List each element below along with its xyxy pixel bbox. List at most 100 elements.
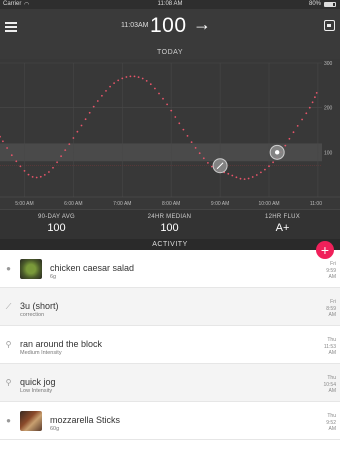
glucose-point [194,147,197,149]
activity-time: Fri 8:59 AM [326,299,336,318]
activity-title: 3u (short) [20,301,59,311]
list-item[interactable]: ⟋ 3u (short) correction Fri 8:59 AM [0,288,340,326]
food-thumbnail [20,259,42,279]
glucose-point [117,79,120,82]
glucose-point [60,155,62,158]
current-reading: 100 [150,14,187,37]
glucose-point [211,165,213,168]
glucose-point [227,172,230,175]
glucose-point [113,82,115,84]
glucose-point [19,165,22,168]
glucose-point [272,161,274,164]
glucose-chart[interactable]: 300 200 100 5:00 AM 6:00 AM 7:00 AM 8:00 AM 9:0… [0,59,340,209]
activity-time: Thu 9:52 AM [326,413,336,432]
x-tick-label: 5:00 AM [15,201,33,207]
glucose-point [23,170,26,172]
activity-sub: 60g [50,426,60,432]
add-activity-button[interactable]: + [316,241,334,259]
activity-header: ACTIVITY [0,239,340,250]
stat-value: A+ [275,222,290,234]
glucose-point [251,176,254,178]
glucose-point [31,176,34,178]
glucose-point [133,75,136,78]
activity-sub: 6g [50,274,57,280]
y-tick-label: 200 [324,106,333,112]
glucose-point [178,122,181,125]
glucose-point [141,77,144,80]
glucose-point [76,130,79,133]
glucose-point [186,135,189,137]
clock: 11:08 AM [157,1,183,7]
glucose-point [198,152,201,155]
glucose-point [231,174,234,177]
list-item[interactable]: ⚲ quick jog Low Intensity Thu 10:54 AM [0,364,340,402]
glucose-point [243,178,246,180]
glucose-point [296,125,299,127]
glucose-point [56,161,58,164]
activity-time: Thu 11:53 AM [323,337,336,356]
glucose-point [96,100,99,102]
header: 11:03AM 100 → [0,9,340,47]
activity-title: ran around the block [20,339,103,349]
status-bar: Carrier ◠ 11:08 AM 80% [0,0,340,9]
stat-label: 24HR MEDIAN [147,214,192,220]
activity-title: chicken caesar salad [50,263,135,273]
glucose-point [158,92,160,95]
glucose-point [125,76,128,78]
activity-sub: Low Intensity [20,388,53,394]
glucose-point [268,165,270,168]
glucose-point [154,87,156,90]
glucose-point [2,140,4,143]
glucose-point [72,137,75,139]
stat-label: 12HR FLUX [264,214,301,220]
glucose-point [145,80,148,82]
glucose-point [92,105,95,108]
glucose-point [247,177,250,180]
glucose-point [162,97,164,100]
glucose-point [174,116,177,118]
glucose-point [190,141,193,143]
glucose-point [0,135,1,138]
x-tick-label: 6:00 AM [64,201,82,207]
food-glyph [274,150,280,155]
chart-svg: 300 200 100 5:00 AM 6:00 AM 7:00 AM 8:00 AM 9:0… [0,61,340,207]
stat-90-day-avg: 90-DAY AVG 100 [0,214,113,234]
glucose-point [235,176,238,179]
glucose-point [149,83,152,86]
battery-percent: 80% [308,1,321,7]
battery-icon [324,2,336,7]
share-icon[interactable] [324,20,335,31]
glucose-point [105,90,107,92]
glucose-point [64,149,67,151]
glucose-point [6,147,8,149]
list-item[interactable]: ● chicken caesar salad 6g Fri 9:59 AM [0,250,340,288]
menu-icon[interactable] [5,22,17,32]
x-tick-label: 9:00 AM [211,201,229,207]
x-tick-label: 7:00 AM [113,201,131,207]
list-item[interactable]: ⚲ ran around the block Medium Intensity … [0,326,340,364]
activity-sub: Medium Intensity [20,350,62,356]
glucose-point [129,75,132,78]
glucose-point [292,131,295,134]
glucose-point [170,109,173,112]
stat-value: 100 [160,222,179,234]
glucose-point [43,174,46,176]
trend-arrow-icon: → [193,14,211,34]
glucose-point [207,162,209,164]
x-tick-label: 11:00 [310,201,322,207]
list-item[interactable]: ● mozzarella Sticks 60g Thu 9:52 AM [0,402,340,440]
glucose-point [39,175,42,178]
x-tick-label: 8:00 AM [162,201,180,207]
runner-icon: ⚲ [5,378,12,387]
glucose-point [88,111,91,114]
glucose-point [84,118,87,121]
glucose-point [288,137,291,140]
stat-12hr-flux: 12HR FLUX A+ [226,214,339,234]
glucose-point [305,112,308,115]
glucose-point [10,154,13,157]
stat-24hr-median: 24HR MEDIAN 100 [113,214,226,234]
glucose-point [182,128,185,131]
glucose-point [239,177,242,180]
stat-label: 90-DAY AVG [37,214,76,220]
syringe-icon: ⟋ [5,302,12,311]
